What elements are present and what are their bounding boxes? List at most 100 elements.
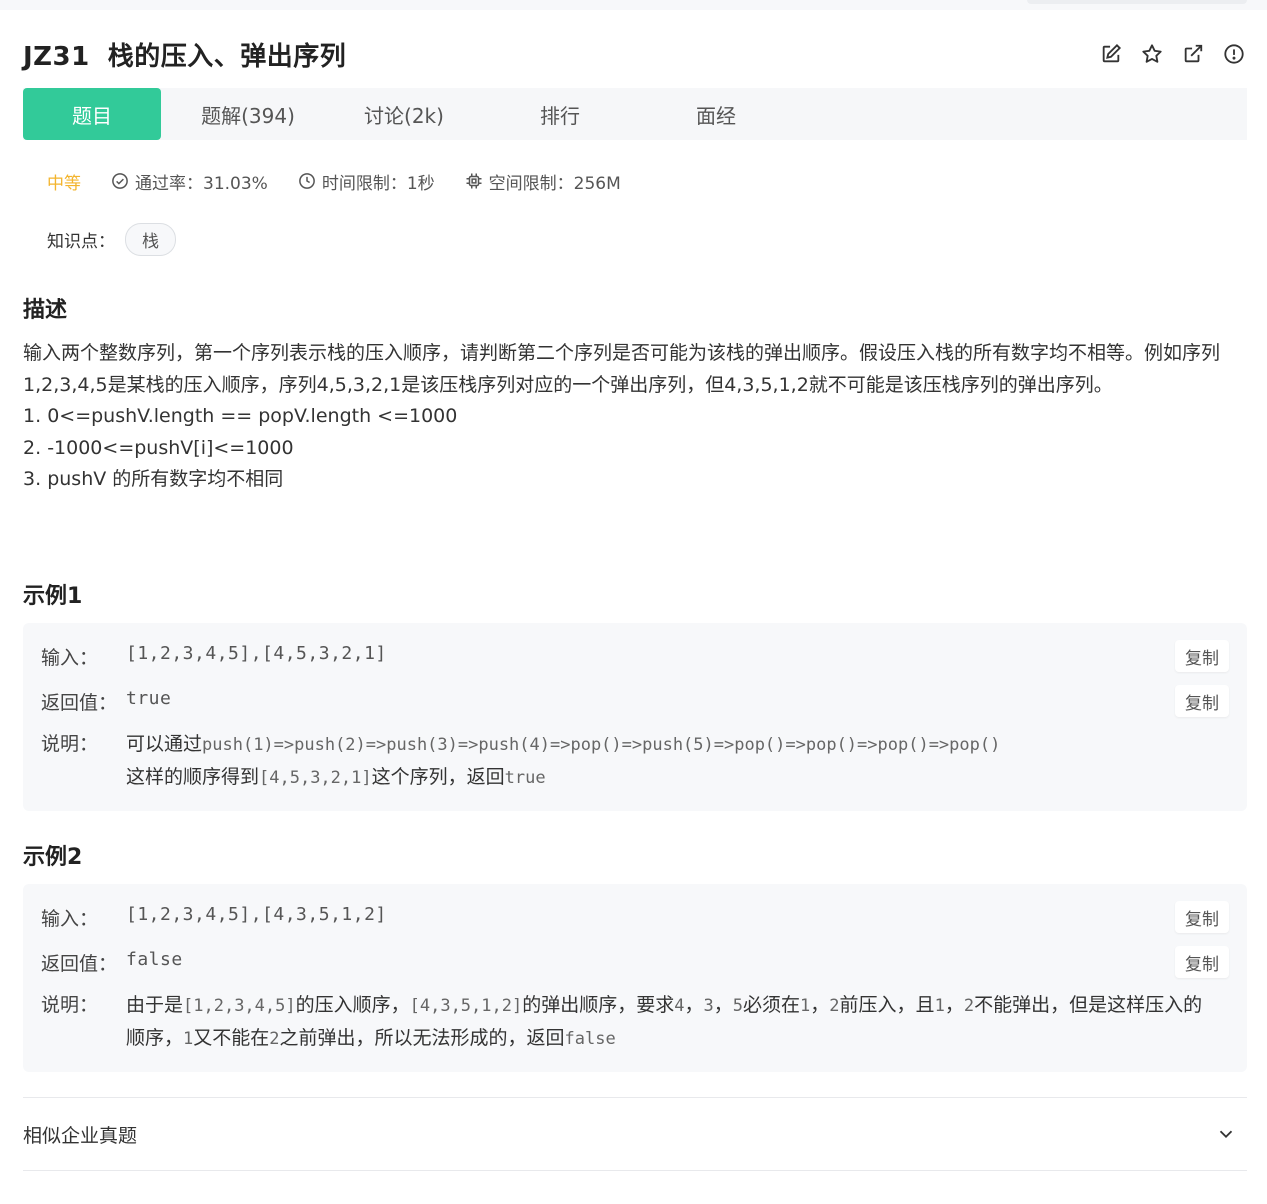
- example1-heading: 示例1: [23, 584, 83, 609]
- difficulty-badge: 中等: [47, 173, 81, 194]
- problem-title: 栈的压入、弹出序列: [107, 41, 347, 72]
- clock-icon: [298, 173, 315, 189]
- explain-code: 2: [963, 996, 975, 1016]
- explain-code: 2: [269, 1028, 280, 1049]
- input-value: [1,2,3,4,5],[4,3,5,1,2]: [126, 904, 387, 925]
- input-value: [1,2,3,4,5],[4,5,3,2,1]: [126, 643, 387, 664]
- explain-label: 说明：: [41, 994, 99, 1016]
- example2-input-row: 输入： [1,2,3,4,5],[4,3,5,1,2]: [41, 904, 387, 931]
- explain-code: true: [504, 767, 546, 788]
- explain-code: 2: [829, 996, 840, 1016]
- chip-icon: [466, 173, 482, 189]
- constraint-num: 2.: [23, 436, 42, 459]
- explain-text: 由于是[1,2,3,4,5]的压入顺序，[4,3,5,1,2]的弹出顺序，要求4…: [126, 990, 1206, 1055]
- explain-code: [4,5,3,2,1]: [259, 767, 372, 788]
- constraint-num: 3.: [23, 468, 42, 490]
- pass-rate-text: 通过率：31.03%: [135, 173, 268, 194]
- title-row: JZ31 栈的压入、弹出序列: [23, 32, 1247, 76]
- tab-solutions[interactable]: 题解(394): [161, 88, 335, 140]
- constraint-2: 2. -1000<=pushV[i]<=1000: [23, 433, 1247, 465]
- external-link-icon[interactable]: [1179, 41, 1206, 68]
- explain-part: ，: [713, 994, 733, 1016]
- explain-part: 这个序列，返回: [371, 765, 505, 788]
- top-strip: [0, 0, 1267, 10]
- explain-code: 1: [183, 1028, 194, 1049]
- explain-label: 说明：: [41, 733, 99, 755]
- explain-part: 可以通过: [126, 733, 203, 755]
- star-icon[interactable]: [1138, 41, 1165, 68]
- knowledge-tag[interactable]: 栈: [125, 222, 176, 256]
- check-circle-icon: [112, 173, 128, 189]
- problem-code: JZ31: [23, 41, 90, 72]
- problem-meta: 中等 通过率：31.03% 时间限制：1秒 空间限制：256M: [47, 166, 651, 196]
- explain-code: 3: [703, 996, 714, 1016]
- report-icon[interactable]: [1220, 41, 1247, 68]
- tab-bar: 题目 题解(394) 讨论(2k) 排行 面经: [23, 88, 1247, 140]
- divider: [23, 1170, 1247, 1171]
- space-limit: 空间限制：256M: [465, 169, 621, 194]
- constraint-text: -1000<=pushV[i]<=1000: [47, 436, 294, 459]
- top-strip-shadow: [1027, 0, 1247, 4]
- constraint-num: 1.: [23, 405, 42, 427]
- copy-input-button[interactable]: 复制: [1175, 640, 1229, 672]
- return-value: true: [126, 688, 172, 709]
- title-actions: [1097, 41, 1247, 68]
- constraint-3: 3. pushV 的所有数字均不相同: [23, 464, 1247, 496]
- explain-part: 必须在: [743, 994, 801, 1016]
- knowledge-label: 知识点：: [47, 231, 115, 252]
- return-label: 返回值：: [41, 953, 118, 975]
- edit-icon[interactable]: [1097, 41, 1124, 68]
- explain-code: 1: [934, 996, 945, 1016]
- explain-part: 由于是: [126, 994, 184, 1016]
- copy-return-button[interactable]: 复制: [1175, 946, 1229, 978]
- example2-box: 输入： [1,2,3,4,5],[4,3,5,1,2] 复制 返回值： fals…: [23, 884, 1247, 1072]
- knowledge-points: 知识点： 栈: [47, 222, 176, 256]
- explain-code: push(1)=>push(2)=>push(3)=>push(4)=>pop(…: [202, 735, 1001, 755]
- explain-part: ，: [684, 994, 704, 1016]
- explain-part: 前压入，且: [839, 994, 935, 1016]
- constraint-text: pushV 的所有数字均不相同: [47, 468, 284, 490]
- description-body: 输入两个整数序列，第一个序列表示栈的压入顺序，请判断第二个序列是否可能为该栈的弹…: [23, 338, 1247, 496]
- tab-problem[interactable]: 题目: [23, 88, 161, 140]
- return-label: 返回值：: [41, 692, 118, 714]
- input-label: 输入：: [41, 908, 99, 930]
- example1-box: 输入： [1,2,3,4,5],[4,5,3,2,1] 复制 返回值： true…: [23, 623, 1247, 811]
- space-limit-text: 空间限制：256M: [488, 173, 621, 194]
- example2-return-row: 返回值： false: [41, 949, 183, 976]
- explain-code: [4,3,5,1,2]: [409, 996, 523, 1016]
- pass-rate: 通过率：31.03%: [111, 169, 268, 194]
- copy-return-button[interactable]: 复制: [1175, 685, 1229, 717]
- explain-part: 这样的顺序得到: [126, 765, 260, 788]
- explain-code: 4: [674, 996, 685, 1016]
- constraint-text: 0<=pushV.length == popV.length <=1000: [47, 405, 458, 427]
- example2-explain-row: 说明： 由于是[1,2,3,4,5]的压入顺序，[4,3,5,1,2]的弹出顺序…: [41, 990, 1206, 1055]
- example2-heading: 示例2: [23, 845, 83, 870]
- explain-part: 的弹出顺序，要求: [522, 994, 675, 1016]
- description-heading: 描述: [23, 298, 68, 323]
- explain-code: false: [564, 1028, 616, 1049]
- copy-input-button[interactable]: 复制: [1175, 901, 1229, 933]
- example1-input-row: 输入： [1,2,3,4,5],[4,5,3,2,1]: [41, 643, 387, 670]
- tab-ranking[interactable]: 排行: [473, 88, 647, 140]
- tab-discussion[interactable]: 讨论(2k): [335, 88, 473, 140]
- explain-part: 又不能在: [193, 1026, 270, 1049]
- explain-part: 的压入顺序，: [295, 994, 410, 1016]
- explain-code: 1: [800, 996, 811, 1016]
- example1-return-row: 返回值： true: [41, 688, 171, 715]
- example1-explain-row: 说明： 可以通过push(1)=>push(2)=>push(3)=>push(…: [41, 729, 1206, 794]
- similar-questions-toggle[interactable]: 相似企业真题: [23, 1098, 1247, 1170]
- explain-part: 之前弹出，所以无法形成的，返回: [279, 1026, 565, 1049]
- explain-part: ，: [944, 994, 964, 1016]
- explain-part: ，: [810, 994, 830, 1016]
- page-title: JZ31 栈的压入、弹出序列: [23, 36, 346, 73]
- time-limit: 时间限制：1秒: [298, 169, 435, 194]
- tab-interview[interactable]: 面经: [647, 88, 785, 140]
- input-label: 输入：: [41, 647, 99, 669]
- time-limit-text: 时间限制：1秒: [321, 173, 435, 194]
- explain-code: [1,2,3,4,5]: [183, 996, 296, 1016]
- explain-text: 可以通过push(1)=>push(2)=>push(3)=>push(4)=>…: [126, 729, 1206, 794]
- description-paragraph: 输入两个整数序列，第一个序列表示栈的压入顺序，请判断第二个序列是否可能为该栈的弹…: [23, 342, 1221, 396]
- similar-label: 相似企业真题: [23, 1124, 138, 1147]
- chevron-down-icon: [1219, 1130, 1233, 1139]
- explain-code: 5: [732, 996, 744, 1016]
